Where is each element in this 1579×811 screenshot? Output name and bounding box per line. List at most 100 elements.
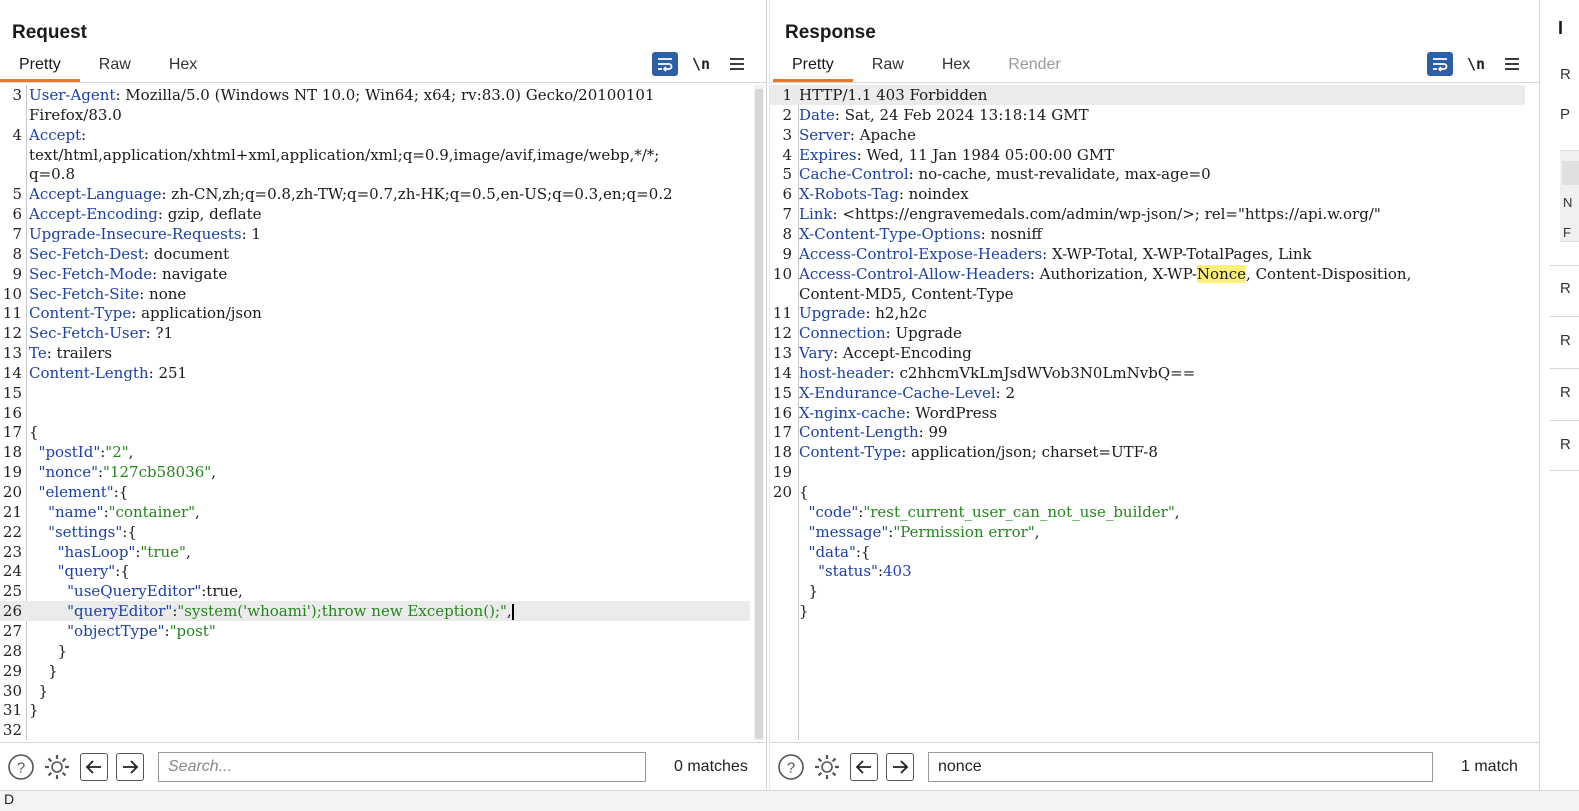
- line-code: X-Robots-Tag: noindex: [799, 185, 969, 204]
- help-button[interactable]: ?: [776, 752, 806, 782]
- inspector-section[interactable]: R: [1560, 384, 1571, 401]
- line-code: X-nginx-cache: WordPress: [799, 403, 998, 422]
- menu-icon: [730, 58, 744, 70]
- menu-button[interactable]: [724, 52, 750, 76]
- menu-button[interactable]: [1499, 52, 1525, 76]
- code-line: 13 Te: trailers: [0, 343, 750, 363]
- line-code: "data":{: [808, 542, 871, 561]
- line-code: "settings":{: [48, 522, 137, 541]
- line-number: 30: [2, 681, 22, 700]
- code-line: 28 }: [0, 641, 750, 661]
- line-number: 2: [782, 105, 792, 124]
- code-line: }: [770, 581, 1525, 601]
- previous-match-button[interactable]: [850, 752, 878, 781]
- line-number: 15: [772, 383, 792, 402]
- request-tab-pretty[interactable]: Pretty: [0, 52, 80, 82]
- code-line: 14 Content-Length: 251: [0, 363, 750, 383]
- line-number: 26: [2, 602, 22, 621]
- line-code: "message":"Permission error",: [808, 522, 1040, 541]
- next-match-button[interactable]: [886, 752, 914, 781]
- show-newlines-button[interactable]: \n: [688, 52, 714, 76]
- status-bar: D: [0, 790, 1579, 811]
- line-number: 7: [782, 205, 792, 224]
- arrow-right-icon: [893, 759, 909, 774]
- code-line: 18 "postId":"2",: [0, 442, 750, 462]
- response-tab-pretty[interactable]: Pretty: [773, 52, 853, 82]
- request-scrollbar[interactable]: [754, 85, 764, 740]
- show-newlines-button[interactable]: \n: [1463, 52, 1489, 76]
- line-number: 16: [2, 403, 22, 422]
- repeater-app: Request Pretty Raw Hex \n 3 User-Agent: M…: [0, 0, 1579, 811]
- settings-button[interactable]: [42, 752, 72, 782]
- code-line: "message":"Permission error",: [770, 522, 1525, 542]
- line-code: "code":"rest_current_user_can_not_use_bu…: [808, 502, 1180, 521]
- line-code: Content-Length: 99: [799, 423, 948, 442]
- response-tab-raw[interactable]: Raw: [853, 52, 923, 82]
- next-match-button[interactable]: [116, 752, 144, 781]
- line-code: Sec-Fetch-Dest: document: [29, 244, 230, 263]
- code-line: 18 Content-Type: application/json; charse…: [770, 442, 1525, 462]
- request-search-input[interactable]: [158, 751, 646, 782]
- line-code: X-Endurance-Cache-Level: 2: [799, 383, 1015, 402]
- wrap-lines-icon: [658, 58, 673, 72]
- code-line: 22 "settings":{: [0, 522, 750, 542]
- line-number: 12: [772, 324, 792, 343]
- help-button[interactable]: ?: [6, 752, 36, 782]
- code-line: 31}: [0, 700, 750, 720]
- request-editor[interactable]: 3 User-Agent: Mozilla/5.0 (Windows NT 10.…: [0, 85, 750, 740]
- code-line: 19: [770, 462, 1525, 482]
- response-search-input[interactable]: [928, 751, 1433, 782]
- line-code: }: [29, 641, 68, 660]
- code-line: 17 Content-Length: 99: [770, 422, 1525, 442]
- line-code: {: [799, 483, 809, 501]
- line-code: X-Content-Type-Options: nosniff: [799, 224, 1042, 243]
- line-code: {: [29, 423, 39, 442]
- response-editor[interactable]: 1 HTTP/1.1 403 Forbidden 2 Date: Sat, 24 Fe…: [770, 85, 1525, 740]
- wrap-lines-button[interactable]: [652, 52, 678, 76]
- inspector-section[interactable]: R: [1560, 332, 1571, 349]
- response-title: Response: [785, 22, 876, 43]
- divider: [1550, 470, 1579, 471]
- line-number: 13: [2, 344, 22, 363]
- response-tab-render[interactable]: Render: [989, 52, 1079, 82]
- code-line: 3 User-Agent: Mozilla/5.0 (Windows NT 10.…: [0, 85, 750, 105]
- request-tab-hex[interactable]: Hex: [150, 52, 216, 82]
- line-code: Content-Type: application/json; charset=…: [799, 443, 1158, 462]
- inspector-table-row-selected[interactable]: [1562, 161, 1579, 185]
- divider: [1550, 368, 1579, 369]
- arrow-left-icon: [855, 759, 871, 774]
- settings-button[interactable]: [812, 752, 842, 782]
- line-number: 7: [12, 224, 22, 243]
- help-icon: ?: [8, 753, 34, 780]
- line-number: 8: [12, 244, 22, 263]
- line-code: Content-Length: 251: [29, 363, 188, 382]
- line-code: "useQueryEditor":true,: [67, 582, 243, 601]
- inspector-section[interactable]: R: [1560, 280, 1571, 297]
- wrap-lines-button[interactable]: [1427, 52, 1453, 76]
- response-tab-hex[interactable]: Hex: [923, 52, 989, 82]
- gear-icon: [45, 754, 69, 779]
- line-code: Upgrade-Insecure-Requests: 1: [29, 224, 261, 243]
- code-line: 8 X-Content-Type-Options: nosniff: [770, 224, 1525, 244]
- inspector-item[interactable]: P: [1560, 106, 1570, 123]
- line-number: 14: [772, 363, 792, 382]
- line-number: 25: [2, 582, 22, 601]
- previous-match-button[interactable]: [80, 752, 108, 781]
- scrollbar-thumb[interactable]: [755, 89, 763, 739]
- line-code: "status":403: [818, 562, 912, 581]
- code-line: 23 "hasLoop":"true",: [0, 542, 750, 562]
- request-tabs: Pretty Raw Hex: [0, 52, 216, 82]
- code-line: 12 Sec-Fetch-User: ?1: [0, 323, 750, 343]
- line-number: 19: [772, 463, 792, 482]
- request-tab-raw[interactable]: Raw: [80, 52, 150, 82]
- line-number: 28: [2, 641, 22, 660]
- code-line: 10 Sec-Fetch-Site: none: [0, 284, 750, 304]
- code-line: 19 "nonce":"127cb58036",: [0, 462, 750, 482]
- inspector-item[interactable]: R: [1560, 66, 1571, 83]
- code-line: 10 Access-Control-Allow-Headers: Authoriz…: [770, 264, 1525, 284]
- code-line: 13 Vary: Accept-Encoding: [770, 343, 1525, 363]
- line-code: Access-Control-Expose-Headers: X-WP-Tota…: [799, 244, 1312, 263]
- code-line: Content-MD5, Content-Type: [770, 284, 1525, 304]
- line-number: 27: [2, 621, 22, 640]
- inspector-section[interactable]: R: [1560, 436, 1571, 453]
